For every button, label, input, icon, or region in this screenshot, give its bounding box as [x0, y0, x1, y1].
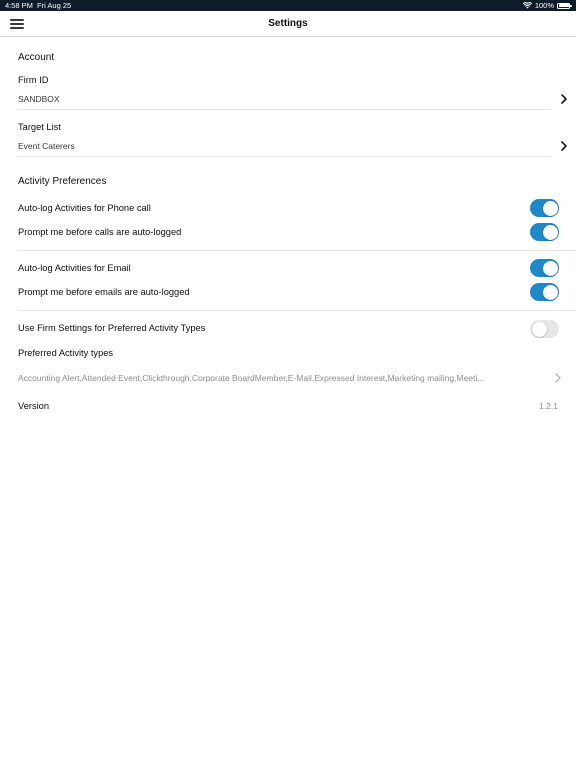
- status-bar: 4:58 PM Fri Aug 25 100%: [0, 0, 576, 11]
- phone-prompt-label: Prompt me before calls are auto-logged: [18, 227, 182, 237]
- firm-settings-toggle[interactable]: [530, 320, 559, 338]
- divider: [18, 250, 576, 251]
- nav-bar: Settings: [0, 11, 576, 37]
- phone-autolog-label: Auto-log Activities for Phone call: [18, 203, 151, 213]
- chevron-right-icon: [555, 373, 561, 383]
- divider: [18, 310, 576, 311]
- status-date: Fri Aug 25: [37, 1, 72, 10]
- battery-icon: [557, 2, 572, 9]
- email-prompt-toggle[interactable]: [530, 283, 559, 301]
- email-autolog-toggle[interactable]: [530, 259, 559, 277]
- page-title: Settings: [268, 18, 308, 29]
- version-value: 1.2.1: [539, 401, 558, 411]
- firm-settings-label: Use Firm Settings for Preferred Activity…: [18, 323, 206, 333]
- status-right: 100%: [522, 0, 572, 11]
- version-label: Version: [18, 401, 50, 411]
- phone-prompt-toggle[interactable]: [530, 223, 559, 241]
- firm-id-label: Firm ID: [18, 75, 49, 85]
- target-list-label: Target List: [18, 122, 61, 132]
- status-time: 4:58 PM: [5, 1, 33, 10]
- email-prompt-label: Prompt me before emails are auto-logged: [18, 287, 190, 297]
- section-header-account: Account: [18, 52, 55, 63]
- email-autolog-row: Auto-log Activities for Email: [0, 258, 576, 280]
- preferred-activity-label: Preferred Activity types: [18, 348, 114, 358]
- firm-id-row[interactable]: Firm ID SANDBOX: [0, 70, 576, 110]
- target-list-value: Event Caterers: [18, 141, 75, 151]
- divider: [18, 109, 551, 110]
- divider: [18, 156, 551, 157]
- chevron-right-icon: [561, 94, 567, 104]
- battery-percent: 100%: [534, 1, 554, 10]
- preferred-activity-value: Accounting Alert,Attended Event,Clickthr…: [18, 373, 485, 383]
- chevron-right-icon: [561, 141, 567, 151]
- target-list-row[interactable]: Target List Event Caterers: [0, 117, 576, 157]
- email-autolog-label: Auto-log Activities for Email: [18, 263, 131, 273]
- phone-autolog-row: Auto-log Activities for Phone call: [0, 198, 576, 220]
- firm-settings-row: Use Firm Settings for Preferred Activity…: [0, 318, 576, 340]
- phone-autolog-toggle[interactable]: [530, 199, 559, 217]
- firm-id-value: SANDBOX: [18, 94, 60, 104]
- preferred-activity-row[interactable]: Accounting Alert,Attended Event,Clickthr…: [0, 368, 576, 388]
- wifi-icon: [522, 2, 532, 9]
- version-row: Version 1.2.1: [0, 396, 576, 416]
- email-prompt-row: Prompt me before emails are auto-logged: [0, 282, 576, 304]
- phone-prompt-row: Prompt me before calls are auto-logged: [0, 222, 576, 244]
- section-header-activity: Activity Preferences: [18, 176, 107, 187]
